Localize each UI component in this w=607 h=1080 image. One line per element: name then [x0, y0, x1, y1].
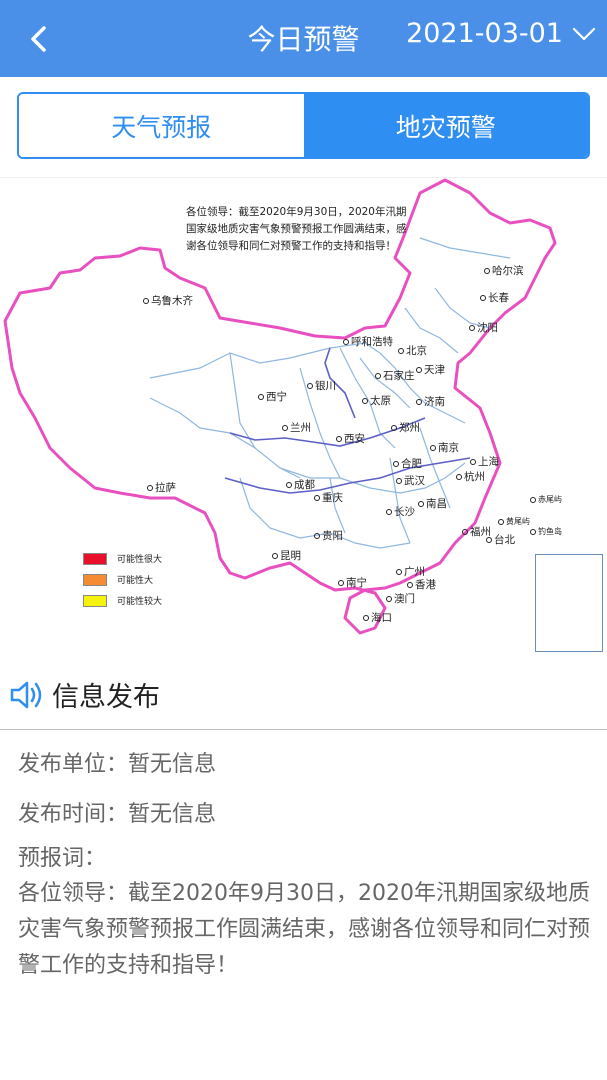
legend-item: 可能性很大	[83, 548, 162, 569]
legend-item: 可能性较大	[83, 590, 162, 611]
city-label: 杭州	[456, 469, 485, 484]
warning-map[interactable]: 各位领导：截至2020年9月30日，2020年汛期国家级地质灾害气象预警预报工作…	[0, 177, 607, 654]
legend-label: 可能性大	[117, 576, 154, 586]
city-label: 石家庄	[375, 368, 415, 383]
date-value: 2021-03-01	[406, 18, 563, 49]
city-label: 济南	[416, 394, 445, 409]
city-label: 昆明	[272, 548, 301, 563]
header-bar: 今日预警 2021-03-01	[0, 0, 607, 77]
city-label: 贵阳	[314, 528, 343, 543]
forecast-text: 各位领导：截至2020年9月30日，2020年汛期国家级地质灾害气象预警预报工作…	[18, 881, 591, 978]
forecast-label: 预报词：	[18, 846, 107, 871]
publish-unit-row: 发布单位：暂无信息	[18, 740, 593, 790]
publish-time-row: 发布时间：暂无信息	[18, 790, 593, 840]
tab-label: 天气预报	[111, 112, 212, 142]
city-label: 南昌	[418, 496, 447, 511]
map-legend: 可能性很大 可能性大 可能性较大	[83, 548, 162, 611]
tab-geohazard-warning[interactable]: 地灾预警	[303, 94, 588, 157]
date-selector[interactable]: 2021-03-01	[406, 18, 597, 49]
publish-time-value: 暂无信息	[128, 802, 217, 827]
city-label: 重庆	[314, 490, 343, 505]
city-label: 哈尔滨	[484, 263, 524, 278]
tab-bar: 天气预报 地灾预警	[17, 92, 590, 159]
city-label: 成都	[286, 477, 315, 492]
city-label: 兰州	[282, 420, 311, 435]
speaker-icon	[10, 681, 42, 708]
legend-swatch-yellow	[83, 594, 107, 607]
city-label: 乌鲁木齐	[143, 293, 193, 308]
city-label: 郑州	[391, 420, 420, 435]
publish-time-label: 发布时间：	[18, 802, 129, 827]
city-label: 南京	[430, 440, 459, 455]
publish-unit-label: 发布单位：	[18, 752, 129, 777]
legend-swatch-red	[83, 552, 107, 565]
city-label: 西安	[336, 431, 365, 446]
city-label: 澳门	[386, 591, 415, 606]
city-label: 天津	[416, 362, 445, 377]
section-title: 信息发布	[52, 682, 160, 713]
city-label: 长春	[480, 290, 509, 305]
city-label: 上海	[470, 454, 499, 469]
city-label: 银川	[307, 378, 336, 393]
city-label: 海口	[363, 610, 392, 625]
city-label: 香港	[407, 577, 436, 592]
city-label: 拉萨	[147, 480, 176, 495]
city-label: 合肥	[393, 456, 422, 471]
city-label: 太原	[362, 393, 391, 408]
city-label: 台北	[486, 532, 515, 547]
tab-weather-forecast[interactable]: 天气预报	[19, 94, 304, 157]
city-label: 西宁	[258, 389, 287, 404]
tab-label: 地灾预警	[395, 112, 496, 142]
publish-unit-value: 暂无信息	[128, 752, 217, 777]
info-section-header: 信息发布	[0, 660, 607, 730]
dropdown-chevron-icon	[572, 27, 596, 40]
city-label: 南宁	[338, 575, 367, 590]
info-body: 发布单位：暂无信息 发布时间：暂无信息 预报词： 各位领导：截至2020年9月3…	[18, 740, 593, 984]
city-label: 武汉	[396, 473, 425, 488]
island-label: 赤尾屿	[530, 494, 562, 505]
legend-label: 可能性较大	[117, 597, 163, 607]
island-label: 钓鱼岛	[530, 526, 562, 537]
city-label: 沈阳	[469, 320, 498, 335]
map-notice-text: 各位领导：截至2020年9月30日，2020年汛期国家级地质灾害气象预警预报工作…	[186, 206, 407, 252]
city-label: 呼和浩特	[343, 334, 393, 349]
city-label: 北京	[398, 343, 427, 358]
legend-item: 可能性大	[83, 569, 162, 590]
legend-label: 可能性很大	[117, 555, 163, 565]
south-china-sea-inset	[535, 554, 603, 652]
island-label: 黄尾屿	[498, 516, 530, 527]
legend-swatch-orange	[83, 573, 107, 586]
city-label: 长沙	[386, 504, 415, 519]
